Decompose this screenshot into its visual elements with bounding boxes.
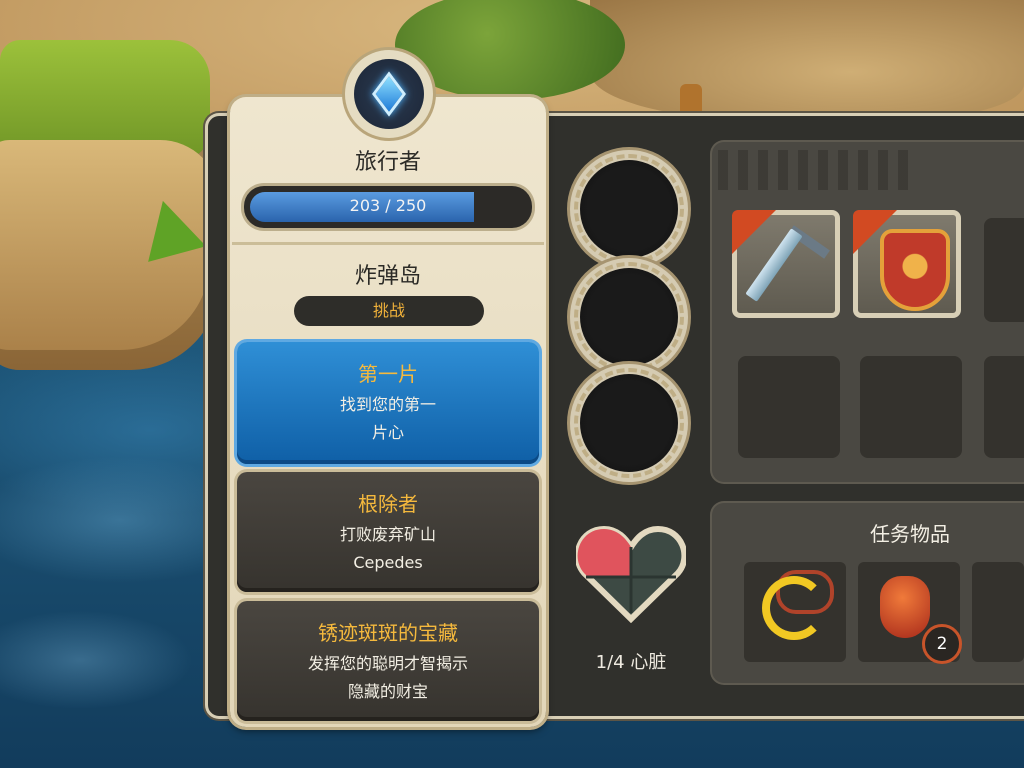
panel-divider — [232, 242, 544, 245]
heart-piece-slot-1 — [570, 150, 688, 268]
player-title: 旅行者 — [354, 150, 421, 175]
quest-desc-line2: Cepedes — [353, 553, 423, 572]
quest-item-slot-empty[interactable] — [972, 562, 1024, 662]
quest-card-first-piece[interactable]: 第一片 找到您的第一 片心 — [237, 342, 539, 464]
shield-icon — [880, 229, 950, 311]
xp-text: 203 / 250 — [349, 196, 427, 215]
heart-piece-slot-2 — [570, 258, 688, 376]
heart-container-icon — [576, 525, 686, 623]
quest-title: 第一片 — [358, 362, 418, 386]
island-name: 炸弹岛 — [354, 264, 421, 289]
quest-desc-line1: 发挥您的聪明才智揭示 — [307, 654, 468, 673]
heart-progress-label: 1/4 心脏 — [595, 652, 667, 673]
inventory-slot-sword[interactable] — [732, 210, 840, 318]
quest-item-slot-ruby[interactable]: 2 — [858, 562, 962, 664]
inventory-slot-empty[interactable] — [984, 218, 1024, 322]
greek-key-ornament — [718, 150, 918, 190]
quest-card-rusty-treasure[interactable]: 锈迹斑斑的宝藏 发挥您的聪明才智揭示 隐藏的财宝 — [237, 601, 539, 721]
quest-desc-line2: 隐藏的财宝 — [347, 682, 428, 701]
amulet-icon — [762, 576, 826, 640]
inventory-slot-empty[interactable] — [984, 356, 1024, 458]
player-emblem — [345, 50, 433, 138]
crystal-gem-icon — [371, 71, 407, 117]
heart-piece-slot-3 — [570, 364, 688, 482]
quest-item-slot-amulet[interactable] — [744, 562, 846, 662]
quest-desc-line1: 打败废弃矿山 — [339, 525, 436, 544]
inventory-slot-empty[interactable] — [738, 356, 840, 458]
quest-items-title: 任务物品 — [870, 522, 950, 546]
inventory-slot-empty[interactable] — [860, 356, 962, 458]
rock-ledge — [590, 0, 1024, 120]
sand-cliff — [0, 140, 220, 370]
inventory-slot-shield[interactable] — [853, 210, 961, 318]
quest-desc-line2: 片心 — [371, 423, 404, 442]
quest-title: 根除者 — [358, 492, 418, 516]
quest-desc-line1: 找到您的第一 — [339, 395, 436, 414]
ruby-icon — [880, 576, 930, 638]
xp-bar: 203 / 250 — [244, 186, 532, 228]
sword-icon — [745, 228, 803, 302]
challenge-badge: 挑战 — [294, 296, 484, 326]
quest-title: 锈迹斑斑的宝藏 — [318, 621, 458, 645]
item-count-badge: 2 — [922, 624, 962, 664]
quest-card-eradicator[interactable]: 根除者 打败废弃矿山 Cepedes — [237, 472, 539, 592]
